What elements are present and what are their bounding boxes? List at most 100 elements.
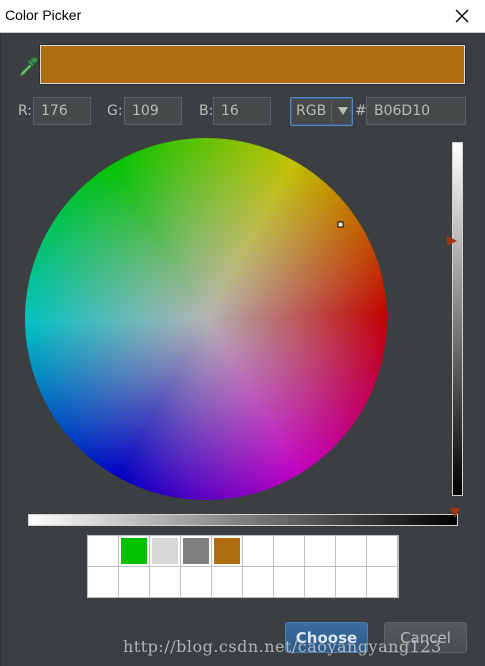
- recent-color-swatch[interactable]: [119, 567, 149, 597]
- hue-sector: [206, 297, 387, 319]
- hue-sector: [206, 179, 336, 319]
- window-frame-edge: [0, 33, 1, 666]
- hue-sector: [167, 319, 206, 500]
- hue-sector: [29, 319, 206, 385]
- hue-sector: [25, 319, 206, 354]
- hue-sector: [206, 224, 371, 319]
- hue-sector: [206, 138, 219, 319]
- recent-color-swatch[interactable]: [243, 567, 273, 597]
- hue-sector: [76, 319, 206, 459]
- hue-sector: [165, 138, 206, 319]
- wheel-selection-marker[interactable]: [337, 221, 344, 228]
- hue-sector: [206, 291, 387, 319]
- opacity-slider[interactable]: [28, 514, 458, 526]
- hue-sector: [25, 280, 206, 319]
- hue-sector: [32, 243, 206, 319]
- close-button[interactable]: [439, 0, 485, 32]
- hue-sector: [37, 231, 207, 319]
- hue-sector: [206, 150, 294, 319]
- red-value-input[interactable]: [33, 97, 91, 125]
- hue-sector: [197, 138, 206, 319]
- recent-color-swatch[interactable]: [243, 536, 273, 566]
- hue-sector: [91, 319, 206, 471]
- hue-sector: [206, 183, 340, 319]
- recent-color-swatch[interactable]: [336, 567, 366, 597]
- hue-sector: [25, 306, 206, 319]
- recent-color-swatch[interactable]: [212, 536, 242, 566]
- recent-color-swatch[interactable]: [88, 567, 118, 597]
- hue-sector: [142, 319, 206, 497]
- blue-value-input[interactable]: [213, 97, 271, 125]
- hue-sector: [25, 319, 206, 328]
- hue-sector: [206, 319, 384, 383]
- hue-sector: [206, 278, 387, 319]
- recent-color-swatch[interactable]: [305, 567, 335, 597]
- recent-color-swatch[interactable]: [367, 567, 397, 597]
- hue-sector: [134, 144, 206, 319]
- hue-sector: [80, 176, 206, 319]
- hue-sector: [206, 259, 385, 319]
- hue-sector: [107, 319, 206, 482]
- hex-label: #: [355, 103, 367, 119]
- hue-sector: [206, 319, 296, 487]
- hue-sector: [206, 171, 326, 319]
- hex-value-input[interactable]: [366, 97, 466, 125]
- hue-sector: [206, 319, 382, 389]
- brightness-slider[interactable]: [452, 142, 463, 496]
- hue-sector: [81, 319, 206, 463]
- hue-sector: [191, 138, 206, 319]
- blue-label: B:: [199, 103, 214, 119]
- brightness-slider-thumb[interactable]: [446, 235, 458, 247]
- recent-color-swatch[interactable]: [274, 536, 304, 566]
- recent-color-swatch[interactable]: [274, 567, 304, 597]
- hue-sector: [206, 319, 387, 358]
- window-title: Color Picker: [5, 7, 82, 23]
- recent-color-swatch[interactable]: [336, 536, 366, 566]
- hue-sector: [206, 208, 361, 319]
- hue-sector: [96, 319, 206, 475]
- hue-sector: [27, 319, 207, 379]
- hue-sector: [206, 156, 305, 319]
- hue-sector: [25, 319, 206, 341]
- recent-color-chip: [152, 538, 178, 564]
- hue-sector: [100, 161, 206, 319]
- close-icon: [455, 9, 469, 23]
- hue-sector: [206, 319, 323, 470]
- hue-sector: [58, 199, 206, 319]
- hue-sector: [206, 319, 253, 500]
- hue-sector: [206, 319, 234, 500]
- recent-color-swatch[interactable]: [367, 536, 397, 566]
- opacity-slider-thumb[interactable]: [449, 507, 461, 519]
- recent-color-swatch[interactable]: [119, 536, 149, 566]
- hue-sector: [206, 319, 350, 444]
- dropdown-arrow-icon: [338, 107, 348, 115]
- hue-sector: [206, 229, 374, 319]
- hue-sector: [206, 247, 381, 319]
- recent-color-swatch[interactable]: [88, 536, 118, 566]
- watermark: http://blog.csdn.net/caoyangyang123: [123, 637, 442, 656]
- recent-color-swatch[interactable]: [181, 536, 211, 566]
- hue-sector: [206, 319, 386, 377]
- recent-color-swatch[interactable]: [150, 567, 180, 597]
- hue-sector: [25, 319, 206, 360]
- recent-color-swatch[interactable]: [150, 536, 180, 566]
- hue-sector: [36, 319, 206, 403]
- recent-color-swatch[interactable]: [212, 567, 242, 597]
- hue-sector: [206, 319, 372, 412]
- recent-color-chip: [214, 538, 240, 564]
- hue-sector: [206, 319, 312, 477]
- hue-sector: [206, 319, 215, 500]
- hue-sector: [25, 286, 206, 319]
- hue-sector: [206, 319, 387, 352]
- recent-color-swatch[interactable]: [305, 536, 335, 566]
- green-value-input[interactable]: [124, 97, 182, 125]
- hue-sector: [41, 319, 206, 414]
- hue-sector: [206, 319, 284, 492]
- color-mode-dropdown[interactable]: RGB: [290, 97, 353, 126]
- hue-sector: [206, 319, 266, 498]
- hue-sector: [184, 138, 206, 319]
- eyedropper-icon[interactable]: [17, 55, 39, 77]
- hue-sector: [84, 172, 206, 319]
- recent-color-swatch[interactable]: [181, 567, 211, 597]
- recent-color-chip: [121, 538, 147, 564]
